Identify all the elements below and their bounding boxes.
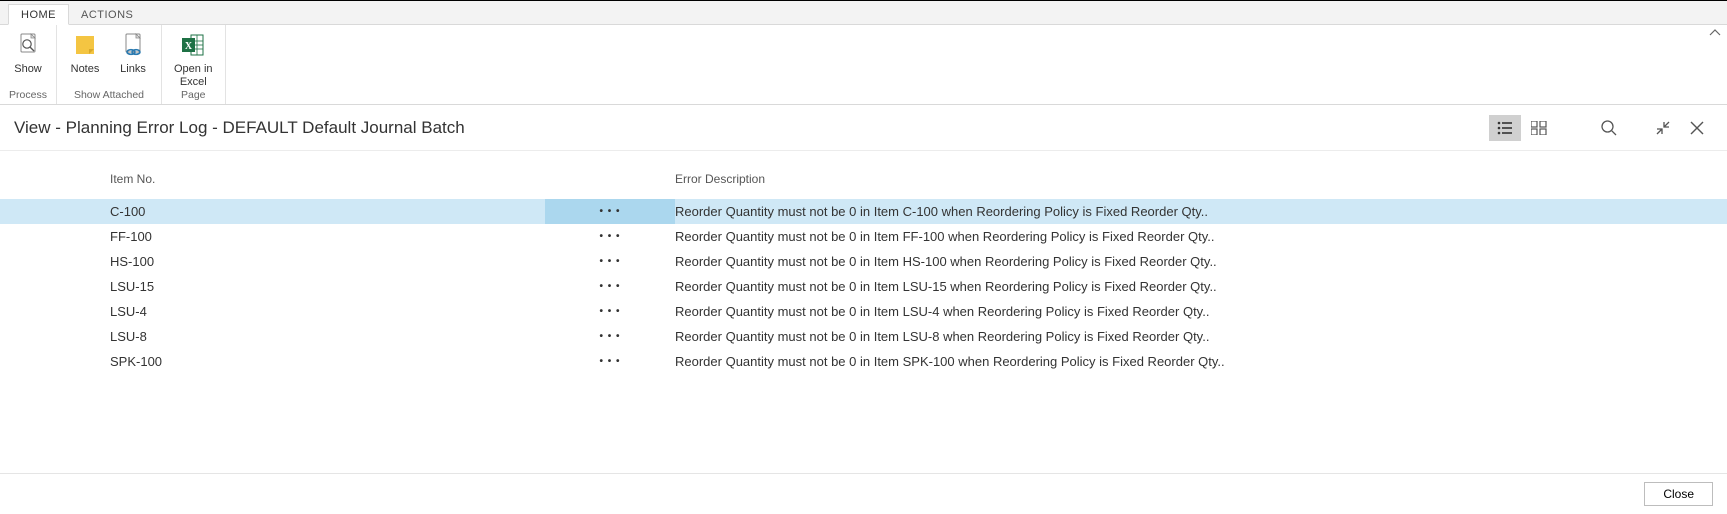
links-button[interactable]: Links (109, 25, 157, 88)
list-view-button[interactable] (1489, 115, 1521, 141)
table-row[interactable]: LSU-8 • • • Reorder Quantity must not be 0… (0, 324, 1727, 349)
close-icon (1689, 120, 1705, 136)
open-in-excel-label: Open in Excel (174, 63, 213, 88)
ellipsis-icon: • • • (599, 228, 620, 245)
table-row[interactable]: HS-100 • • • Reorder Quantity must not be … (0, 249, 1727, 274)
cell-error-description: Reorder Quantity must not be 0 in Item S… (675, 351, 1727, 372)
search-icon (1600, 119, 1618, 137)
cell-item-no: LSU-8 (110, 326, 545, 347)
ribbon-group-process-label: Process (4, 88, 52, 104)
ribbon-collapse-icon[interactable] (1709, 27, 1721, 39)
cell-error-description: Reorder Quantity must not be 0 in Item F… (675, 226, 1727, 247)
tiles-icon (1531, 121, 1547, 135)
tile-view-button[interactable] (1523, 115, 1555, 141)
row-actions-button[interactable]: • • • (545, 274, 675, 299)
cell-error-description: Reorder Quantity must not be 0 in Item L… (675, 301, 1727, 322)
table-row[interactable]: C-100 • • • Reorder Quantity must not be 0… (0, 199, 1727, 224)
grid-header: Item No. Error Description (0, 151, 1727, 199)
cell-error-description: Reorder Quantity must not be 0 in Item L… (675, 276, 1727, 297)
ellipsis-icon: • • • (599, 353, 620, 370)
row-actions-button[interactable]: • • • (545, 249, 675, 274)
cell-item-no: SPK-100 (110, 351, 545, 372)
cell-item-no: LSU-15 (110, 276, 545, 297)
cell-error-description: Reorder Quantity must not be 0 in Item L… (675, 326, 1727, 347)
ribbon-group-page: X Open in Excel Page (162, 25, 226, 104)
list-icon (1497, 121, 1513, 135)
tab-actions[interactable]: ACTIONS (69, 5, 145, 24)
tab-home[interactable]: HOME (8, 4, 69, 25)
notes-label: Notes (71, 63, 100, 76)
close-window-button[interactable] (1681, 115, 1713, 141)
excel-icon: X (177, 29, 209, 61)
col-header-error-description[interactable]: Error Description (675, 169, 1727, 189)
collapse-icon (1655, 120, 1671, 136)
ribbon: Show Process Notes (0, 25, 1727, 105)
row-actions-button[interactable]: • • • (545, 224, 675, 249)
ellipsis-icon: • • • (599, 278, 620, 295)
page-title: View - Planning Error Log - DEFAULT Defa… (14, 118, 1489, 138)
header-tools (1489, 115, 1713, 141)
notes-icon (69, 29, 101, 61)
cell-item-no: C-100 (110, 201, 545, 222)
links-label: Links (120, 63, 146, 76)
show-button[interactable]: Show (4, 25, 52, 88)
table-row[interactable]: SPK-100 • • • Reorder Quantity must not be… (0, 349, 1727, 374)
show-label: Show (14, 63, 42, 76)
footer-bar: Close (0, 473, 1727, 514)
grid-body: C-100 • • • Reorder Quantity must not be 0… (0, 199, 1727, 374)
row-actions-button[interactable]: • • • (545, 324, 675, 349)
ellipsis-icon: • • • (599, 328, 620, 345)
close-button[interactable]: Close (1644, 482, 1713, 506)
error-log-grid: Item No. Error Description C-100 • • • Reo… (0, 151, 1727, 374)
table-row[interactable]: FF-100 • • • Reorder Quantity must not be … (0, 224, 1727, 249)
ribbon-group-page-label: Page (166, 88, 221, 104)
row-actions-button[interactable]: • • • (545, 349, 675, 374)
notes-button[interactable]: Notes (61, 25, 109, 88)
svg-text:X: X (185, 41, 193, 52)
cell-error-description: Reorder Quantity must not be 0 in Item C… (675, 201, 1727, 222)
magnifier-page-icon (12, 29, 44, 61)
row-actions-button[interactable]: • • • (545, 199, 675, 224)
view-header: View - Planning Error Log - DEFAULT Defa… (0, 105, 1727, 151)
app-window: HOME ACTIONS Show (0, 0, 1727, 514)
table-row[interactable]: LSU-15 • • • Reorder Quantity must not be … (0, 274, 1727, 299)
collapse-window-button[interactable] (1647, 115, 1679, 141)
ellipsis-icon: • • • (599, 253, 620, 270)
cell-item-no: HS-100 (110, 251, 545, 272)
row-actions-button[interactable]: • • • (545, 299, 675, 324)
col-header-item-no[interactable]: Item No. (110, 169, 545, 189)
ellipsis-icon: • • • (599, 303, 620, 320)
ribbon-group-process: Show Process (0, 25, 57, 104)
cell-item-no: FF-100 (110, 226, 545, 247)
search-button[interactable] (1593, 115, 1625, 141)
ellipsis-icon: • • • (599, 203, 620, 220)
table-row[interactable]: LSU-4 • • • Reorder Quantity must not be 0… (0, 299, 1727, 324)
links-icon (117, 29, 149, 61)
cell-error-description: Reorder Quantity must not be 0 in Item H… (675, 251, 1727, 272)
cell-item-no: LSU-4 (110, 301, 545, 322)
ribbon-group-show-attached: Notes Links (57, 25, 162, 104)
open-in-excel-button[interactable]: X Open in Excel (166, 25, 221, 88)
ribbon-tab-strip: HOME ACTIONS (0, 1, 1727, 25)
ribbon-group-show-attached-label: Show Attached (61, 88, 157, 104)
